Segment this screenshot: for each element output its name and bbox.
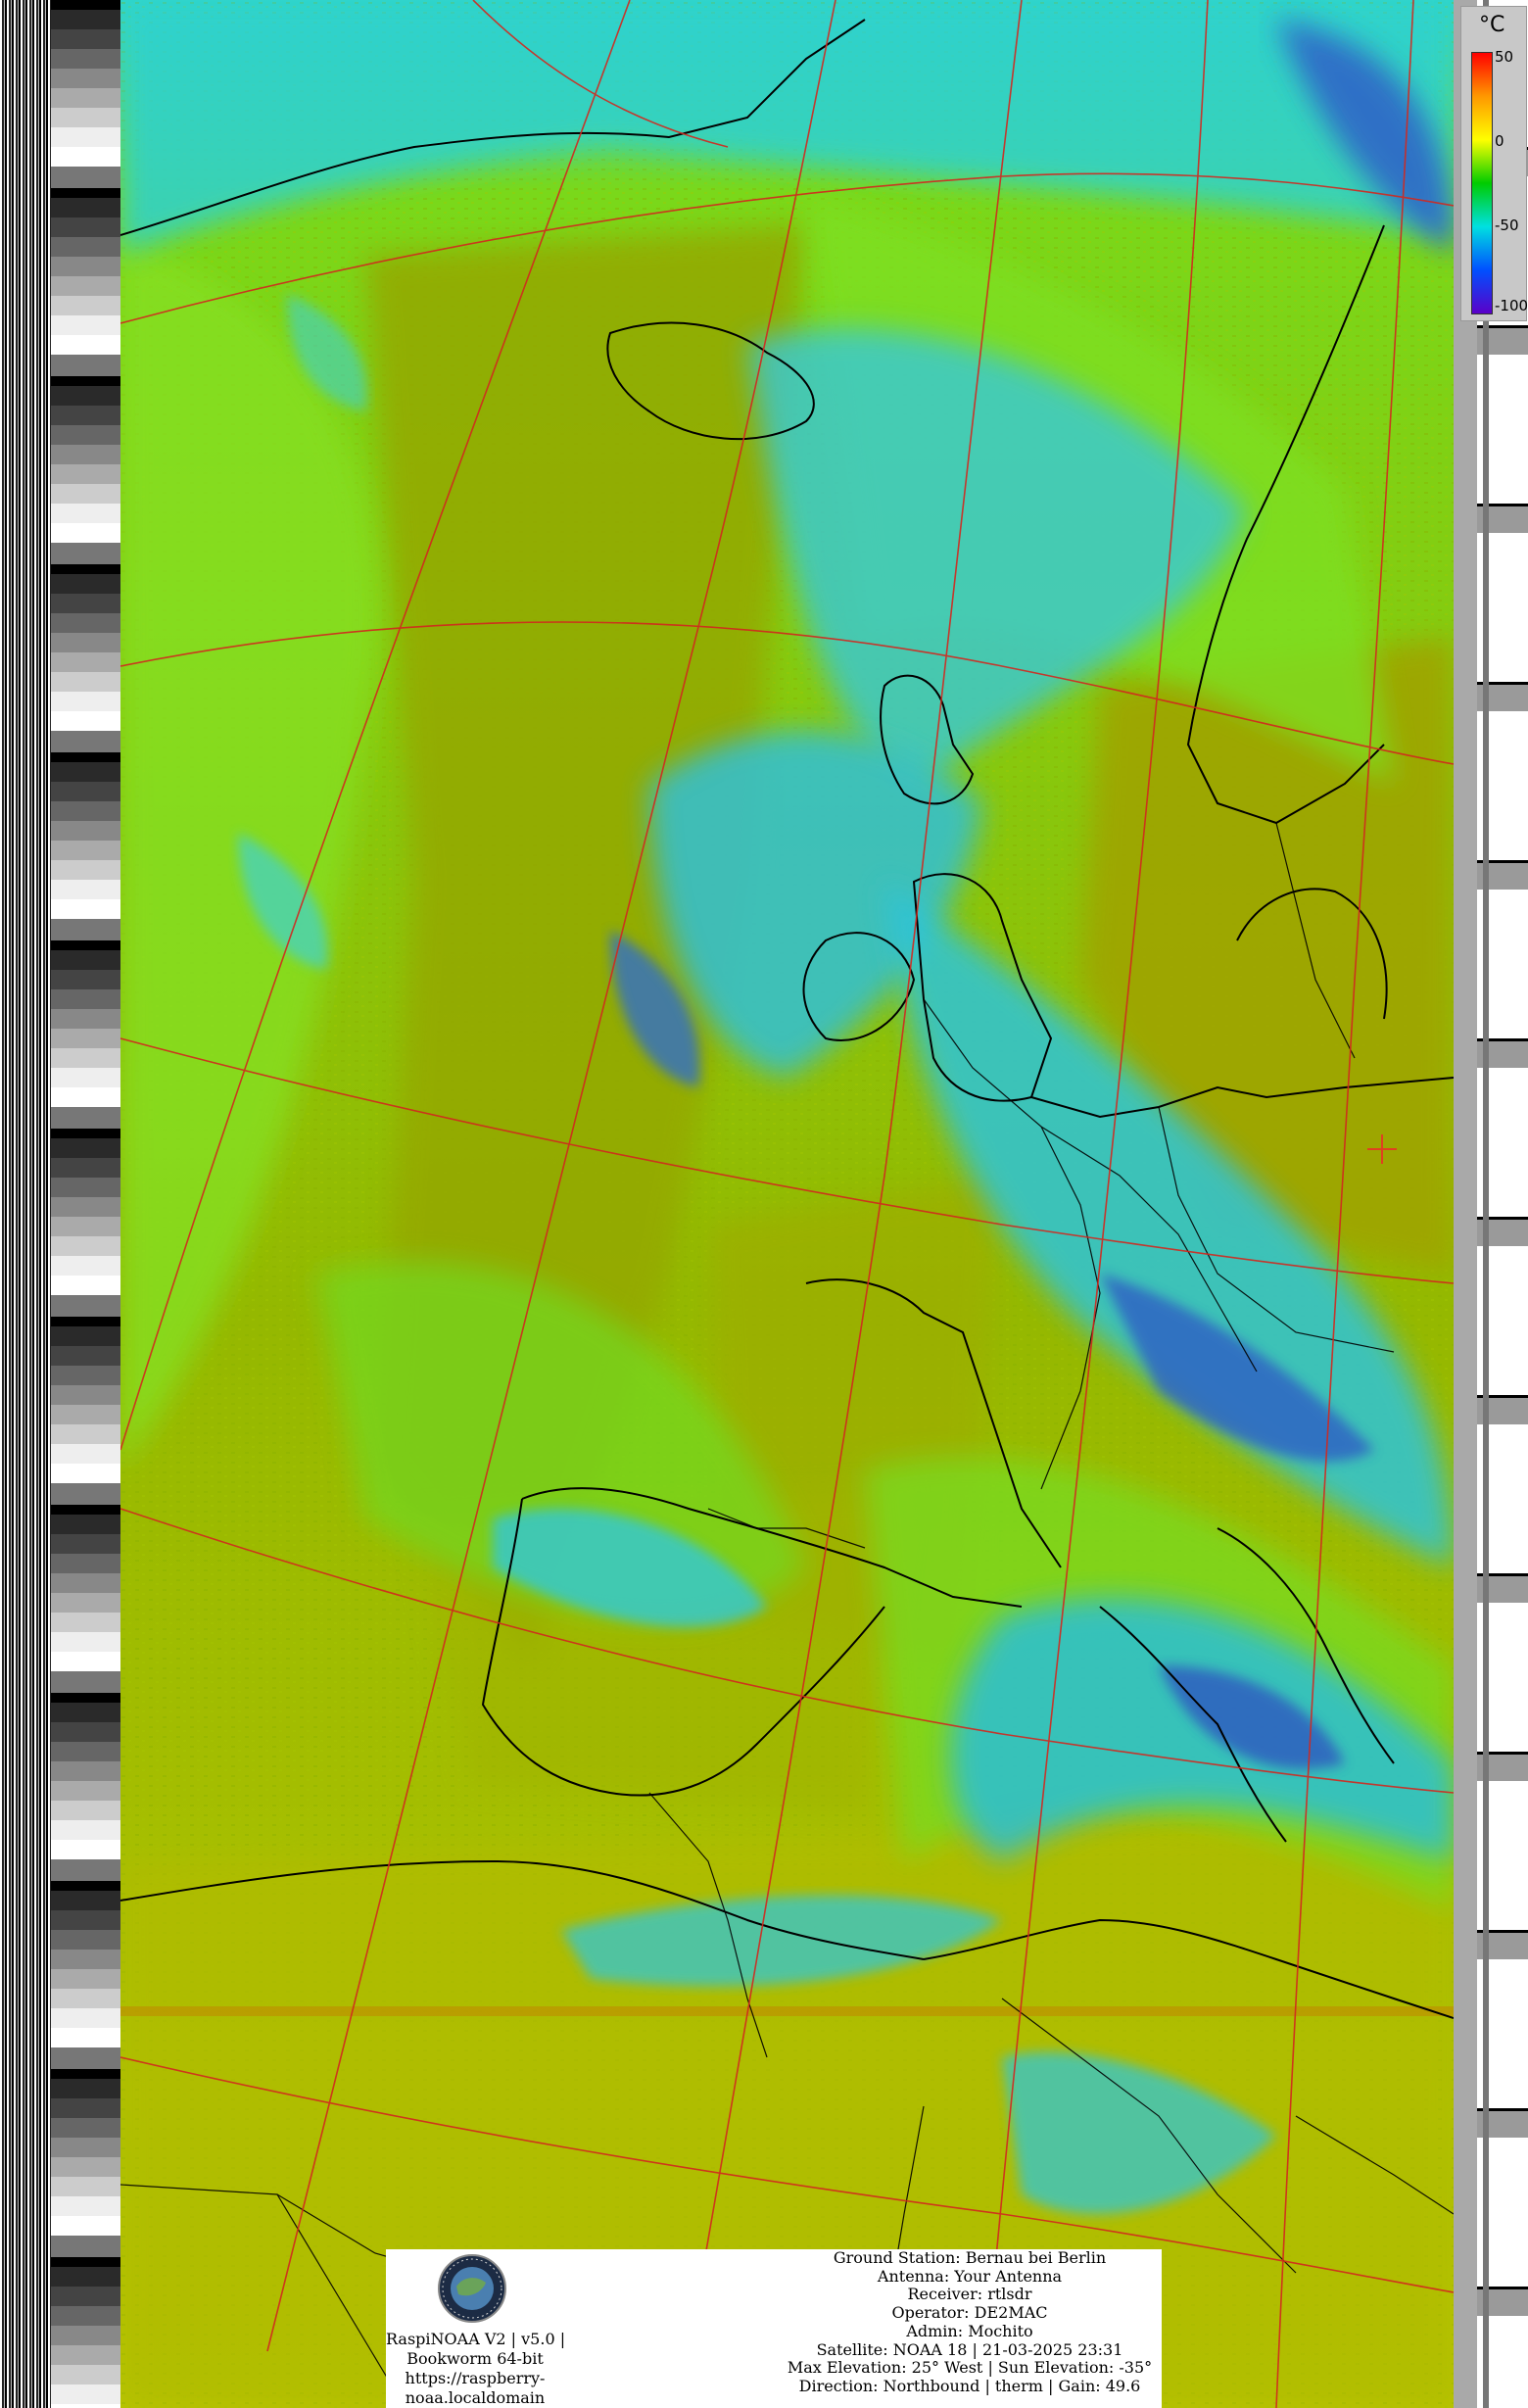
direction-text: Direction: Northbound | therm | Gain: 49… [798, 2376, 1141, 2395]
antenna-text: Antenna: Your Antenna [877, 2266, 1063, 2286]
receiver-text: Receiver: rtlsdr [907, 2285, 1032, 2304]
temperature-legend: °C 50 0 -50 -100 [1460, 6, 1528, 321]
legend-tick-minus-50: -50 [1495, 217, 1519, 234]
operator-text: Operator: DE2MAC [891, 2303, 1048, 2323]
station-location-marker [1367, 1134, 1397, 1164]
telemetry-strip-left [0, 0, 120, 2408]
pass-info-box: RaspiNOAA V2 | v5.0 | Bookworm 64-bit ht… [386, 2248, 1162, 2408]
admin-text: Admin: Mochito [906, 2321, 1033, 2340]
noise-line [120, 2006, 1454, 2016]
calibration-wedges [51, 0, 120, 2408]
software-info: RaspiNOAA V2 | v5.0 | Bookworm 64-bit ht… [386, 2330, 566, 2408]
telemetry-channel [1483, 0, 1489, 2408]
satellite-image [120, 0, 1454, 2408]
software-line-3: https://raspberry- [405, 2369, 546, 2387]
software-line-4: noaa.localdomain [405, 2388, 546, 2407]
sync-pattern [0, 0, 51, 2408]
satellite-text: Satellite: NOAA 18 | 21-03-2025 23:31 [816, 2339, 1123, 2359]
pass-details: Ground Station: Bernau bei Berlin Antenn… [778, 2248, 1162, 2396]
legend-tick-50: 50 [1495, 48, 1514, 66]
software-line-2: Bookworm 64-bit [406, 2349, 544, 2368]
legend-tick-minus-100: -100 [1495, 297, 1528, 314]
legend-color-scale [1471, 52, 1493, 314]
software-line-1: RaspiNOAA V2 | v5.0 | [386, 2330, 566, 2348]
thermal-image-canvas [120, 0, 1454, 2408]
raspberry-noaa-logo [438, 2254, 506, 2323]
legend-tick-0: 0 [1495, 132, 1504, 150]
space-view-bar [1454, 0, 1477, 2408]
ground-station-text: Ground Station: Bernau bei Berlin [833, 2248, 1107, 2267]
elevation-text: Max Elevation: 25° West | Sun Elevation:… [787, 2358, 1153, 2378]
telemetry-strip-right [1454, 0, 1528, 2408]
legend-unit-label: °C [1479, 13, 1505, 37]
